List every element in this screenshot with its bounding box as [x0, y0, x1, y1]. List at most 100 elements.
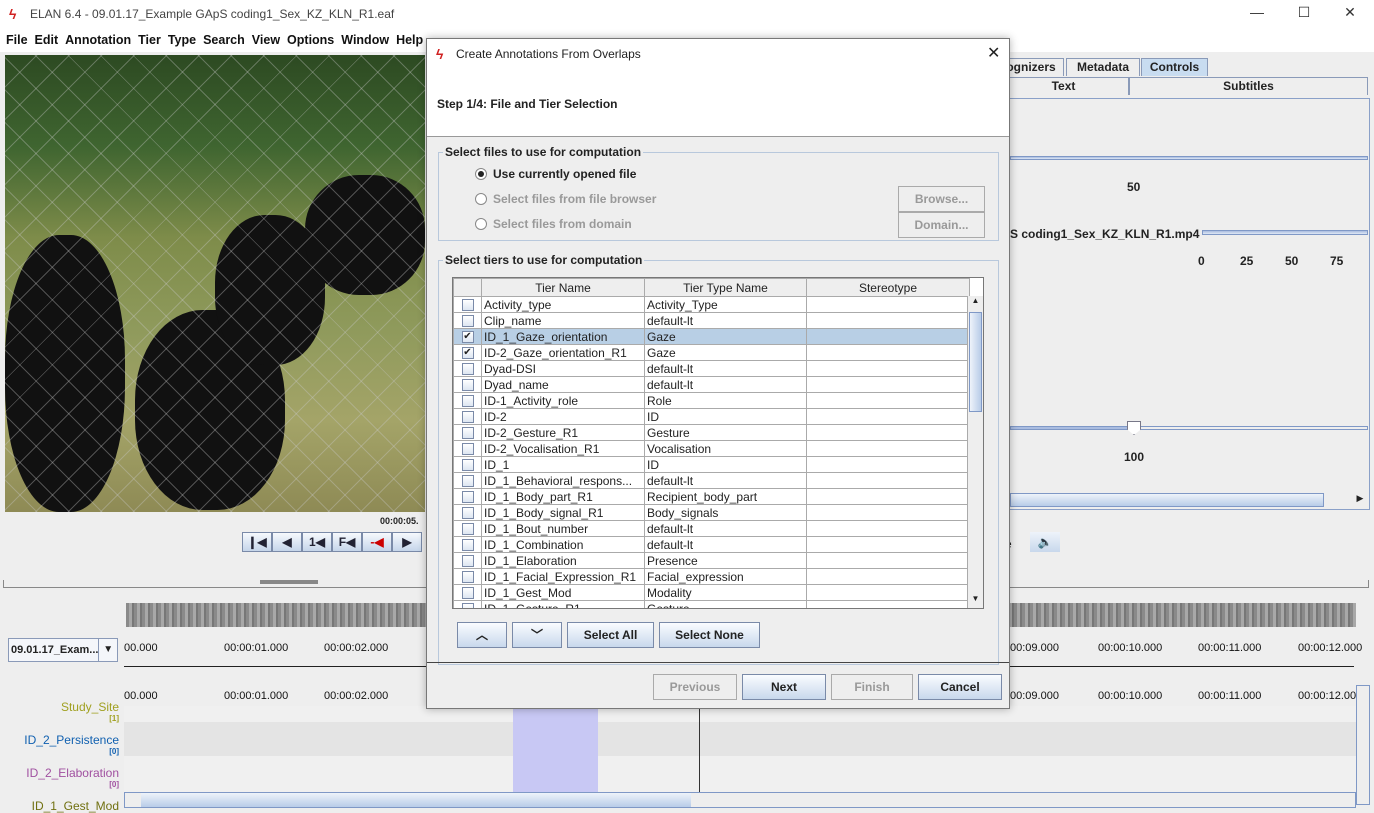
tier-type-cell[interactable]: default-lt: [644, 472, 807, 489]
tier-type-cell[interactable]: Activity_Type: [644, 296, 807, 313]
row-checkbox-cell[interactable]: [453, 520, 482, 537]
tier-type-cell[interactable]: Gesture: [644, 424, 807, 441]
stereotype-cell[interactable]: [806, 312, 970, 329]
tier-type-cell[interactable]: Modality: [644, 584, 807, 601]
tier-label[interactable]: ID_1_Gest_Mod: [5, 799, 123, 813]
row-checkbox-cell[interactable]: [453, 408, 482, 425]
table-row[interactable]: ID_1_Gest_Mod Modality: [453, 584, 970, 601]
tier-name-cell[interactable]: ID_1_Gest_Mod: [481, 584, 645, 601]
radio-button[interactable]: [475, 193, 487, 205]
row-checkbox-cell[interactable]: [453, 472, 482, 489]
tier-type-cell[interactable]: default-lt: [644, 312, 807, 329]
tier-type-cell[interactable]: Gaze: [644, 328, 807, 345]
checkbox[interactable]: [461, 491, 474, 504]
tab-metadata[interactable]: Metadata: [1066, 58, 1140, 76]
timeline-selector[interactable]: 09.01.17_Exam... ▼: [8, 638, 118, 662]
tier-name-cell[interactable]: ID-2_Gesture_R1: [481, 424, 645, 441]
tier-name-cell[interactable]: Dyad-DSI: [481, 360, 645, 377]
table-scrollbar[interactable]: ▲ ▼: [967, 296, 983, 608]
menu-edit[interactable]: Edit: [35, 33, 59, 47]
row-checkbox-cell[interactable]: [453, 312, 482, 329]
menu-help[interactable]: Help: [396, 33, 423, 47]
stereotype-cell[interactable]: [806, 472, 970, 489]
row-checkbox-cell[interactable]: ✔: [453, 328, 482, 345]
stereotype-cell[interactable]: [806, 424, 970, 441]
table-row[interactable]: ✔ ID_1_Gaze_orientation Gaze: [453, 328, 970, 345]
row-checkbox-cell[interactable]: [453, 296, 482, 313]
subtab-text[interactable]: Text: [998, 77, 1129, 95]
checkbox[interactable]: [461, 507, 474, 520]
table-row[interactable]: ID_1_Facial_Expression_R1 Facial_expressi…: [453, 568, 970, 585]
horizontal-scrollbar[interactable]: [1010, 493, 1324, 507]
menu-window[interactable]: Window: [341, 33, 389, 47]
stereotype-cell[interactable]: [806, 488, 970, 505]
checkbox[interactable]: [461, 395, 474, 408]
timeline-vscrollbar[interactable]: [1356, 685, 1370, 805]
checkbox[interactable]: [461, 587, 474, 600]
menu-view[interactable]: View: [252, 33, 280, 47]
tier-type-cell[interactable]: Presence: [644, 552, 807, 569]
tier-label[interactable]: ID_2_Elaboration: [5, 766, 123, 780]
checkbox[interactable]: [461, 571, 474, 584]
file-source-radio-1[interactable]: Select files from file browser: [475, 192, 656, 206]
table-row[interactable]: ID_1 ID: [453, 456, 970, 473]
stereotype-cell[interactable]: [806, 408, 970, 425]
selection-begin-button[interactable]: -◀: [362, 532, 392, 552]
minimize-button[interactable]: —: [1242, 4, 1272, 20]
cancel-button[interactable]: Cancel: [918, 674, 1002, 700]
stereotype-cell[interactable]: [806, 376, 970, 393]
stereotype-cell[interactable]: [806, 440, 970, 457]
column-header-tier-name[interactable]: Tier Name: [481, 278, 645, 297]
checkbox[interactable]: [461, 315, 474, 328]
checkbox[interactable]: [461, 379, 474, 392]
table-row[interactable]: ID_1_Gesture_R1 Gesture: [453, 600, 970, 608]
menu-type[interactable]: Type: [168, 33, 196, 47]
menu-tier[interactable]: Tier: [138, 33, 161, 47]
row-checkbox-cell[interactable]: [453, 360, 482, 377]
table-row[interactable]: ID_1_Behavioral_respons... default-lt: [453, 472, 970, 489]
scroll-right-arrow-icon[interactable]: ▶: [1353, 493, 1367, 507]
checkbox[interactable]: ✔: [461, 347, 474, 360]
menu-options[interactable]: Options: [287, 33, 334, 47]
domain-button[interactable]: Domain...: [898, 212, 985, 238]
previous-frame-jump-button[interactable]: ◀: [272, 532, 302, 552]
tier-name-cell[interactable]: ID-2_Gaze_orientation_R1: [481, 344, 645, 361]
checkbox[interactable]: [461, 443, 474, 456]
table-row[interactable]: ID_1_Body_signal_R1 Body_signals: [453, 504, 970, 521]
close-window-button[interactable]: ✕: [1335, 4, 1365, 21]
row-checkbox-cell[interactable]: [453, 536, 482, 553]
row-checkbox-cell[interactable]: [453, 600, 482, 608]
tier-name-cell[interactable]: ID-1_Activity_role: [481, 392, 645, 409]
column-header-stereotype[interactable]: Stereotype: [806, 278, 970, 297]
checkbox[interactable]: [461, 603, 474, 608]
tier-name-cell[interactable]: ID_1_Elaboration: [481, 552, 645, 569]
timeline-hscrollbar[interactable]: [124, 792, 1356, 808]
table-row[interactable]: ID-2 ID: [453, 408, 970, 425]
tab-controls[interactable]: Controls: [1141, 58, 1208, 76]
play-button[interactable]: ▶: [392, 532, 422, 552]
tier-name-cell[interactable]: ID_1_Gaze_orientation: [481, 328, 645, 345]
tier-name-cell[interactable]: ID_1_Bout_number: [481, 520, 645, 537]
tier-type-cell[interactable]: Recipient_body_part: [644, 488, 807, 505]
stereotype-cell[interactable]: [806, 344, 970, 361]
tier-type-cell[interactable]: Facial_expression: [644, 568, 807, 585]
stereotype-cell[interactable]: [806, 568, 970, 585]
row-checkbox-cell[interactable]: [453, 488, 482, 505]
next-button[interactable]: Next: [742, 674, 826, 700]
stereotype-cell[interactable]: [806, 328, 970, 345]
tier-type-cell[interactable]: ID: [644, 456, 807, 473]
table-row[interactable]: ID_1_Elaboration Presence: [453, 552, 970, 569]
row-checkbox-cell[interactable]: [453, 568, 482, 585]
overview-thumb[interactable]: [260, 580, 318, 584]
stereotype-cell[interactable]: [806, 552, 970, 569]
row-checkbox-cell[interactable]: [453, 424, 482, 441]
table-row[interactable]: ID-2_Vocalisation_R1 Vocalisation: [453, 440, 970, 457]
select-all-button[interactable]: Select All: [567, 622, 654, 648]
stereotype-cell[interactable]: [806, 584, 970, 601]
tier-name-cell[interactable]: ID_1_Body_signal_R1: [481, 504, 645, 521]
tier-label[interactable]: Study_Site: [5, 700, 123, 714]
tier-type-cell[interactable]: Gaze: [644, 344, 807, 361]
file-source-radio-0[interactable]: Use currently opened file: [475, 167, 636, 181]
browse-button[interactable]: Browse...: [898, 186, 985, 212]
tier-type-cell[interactable]: Vocalisation: [644, 440, 807, 457]
